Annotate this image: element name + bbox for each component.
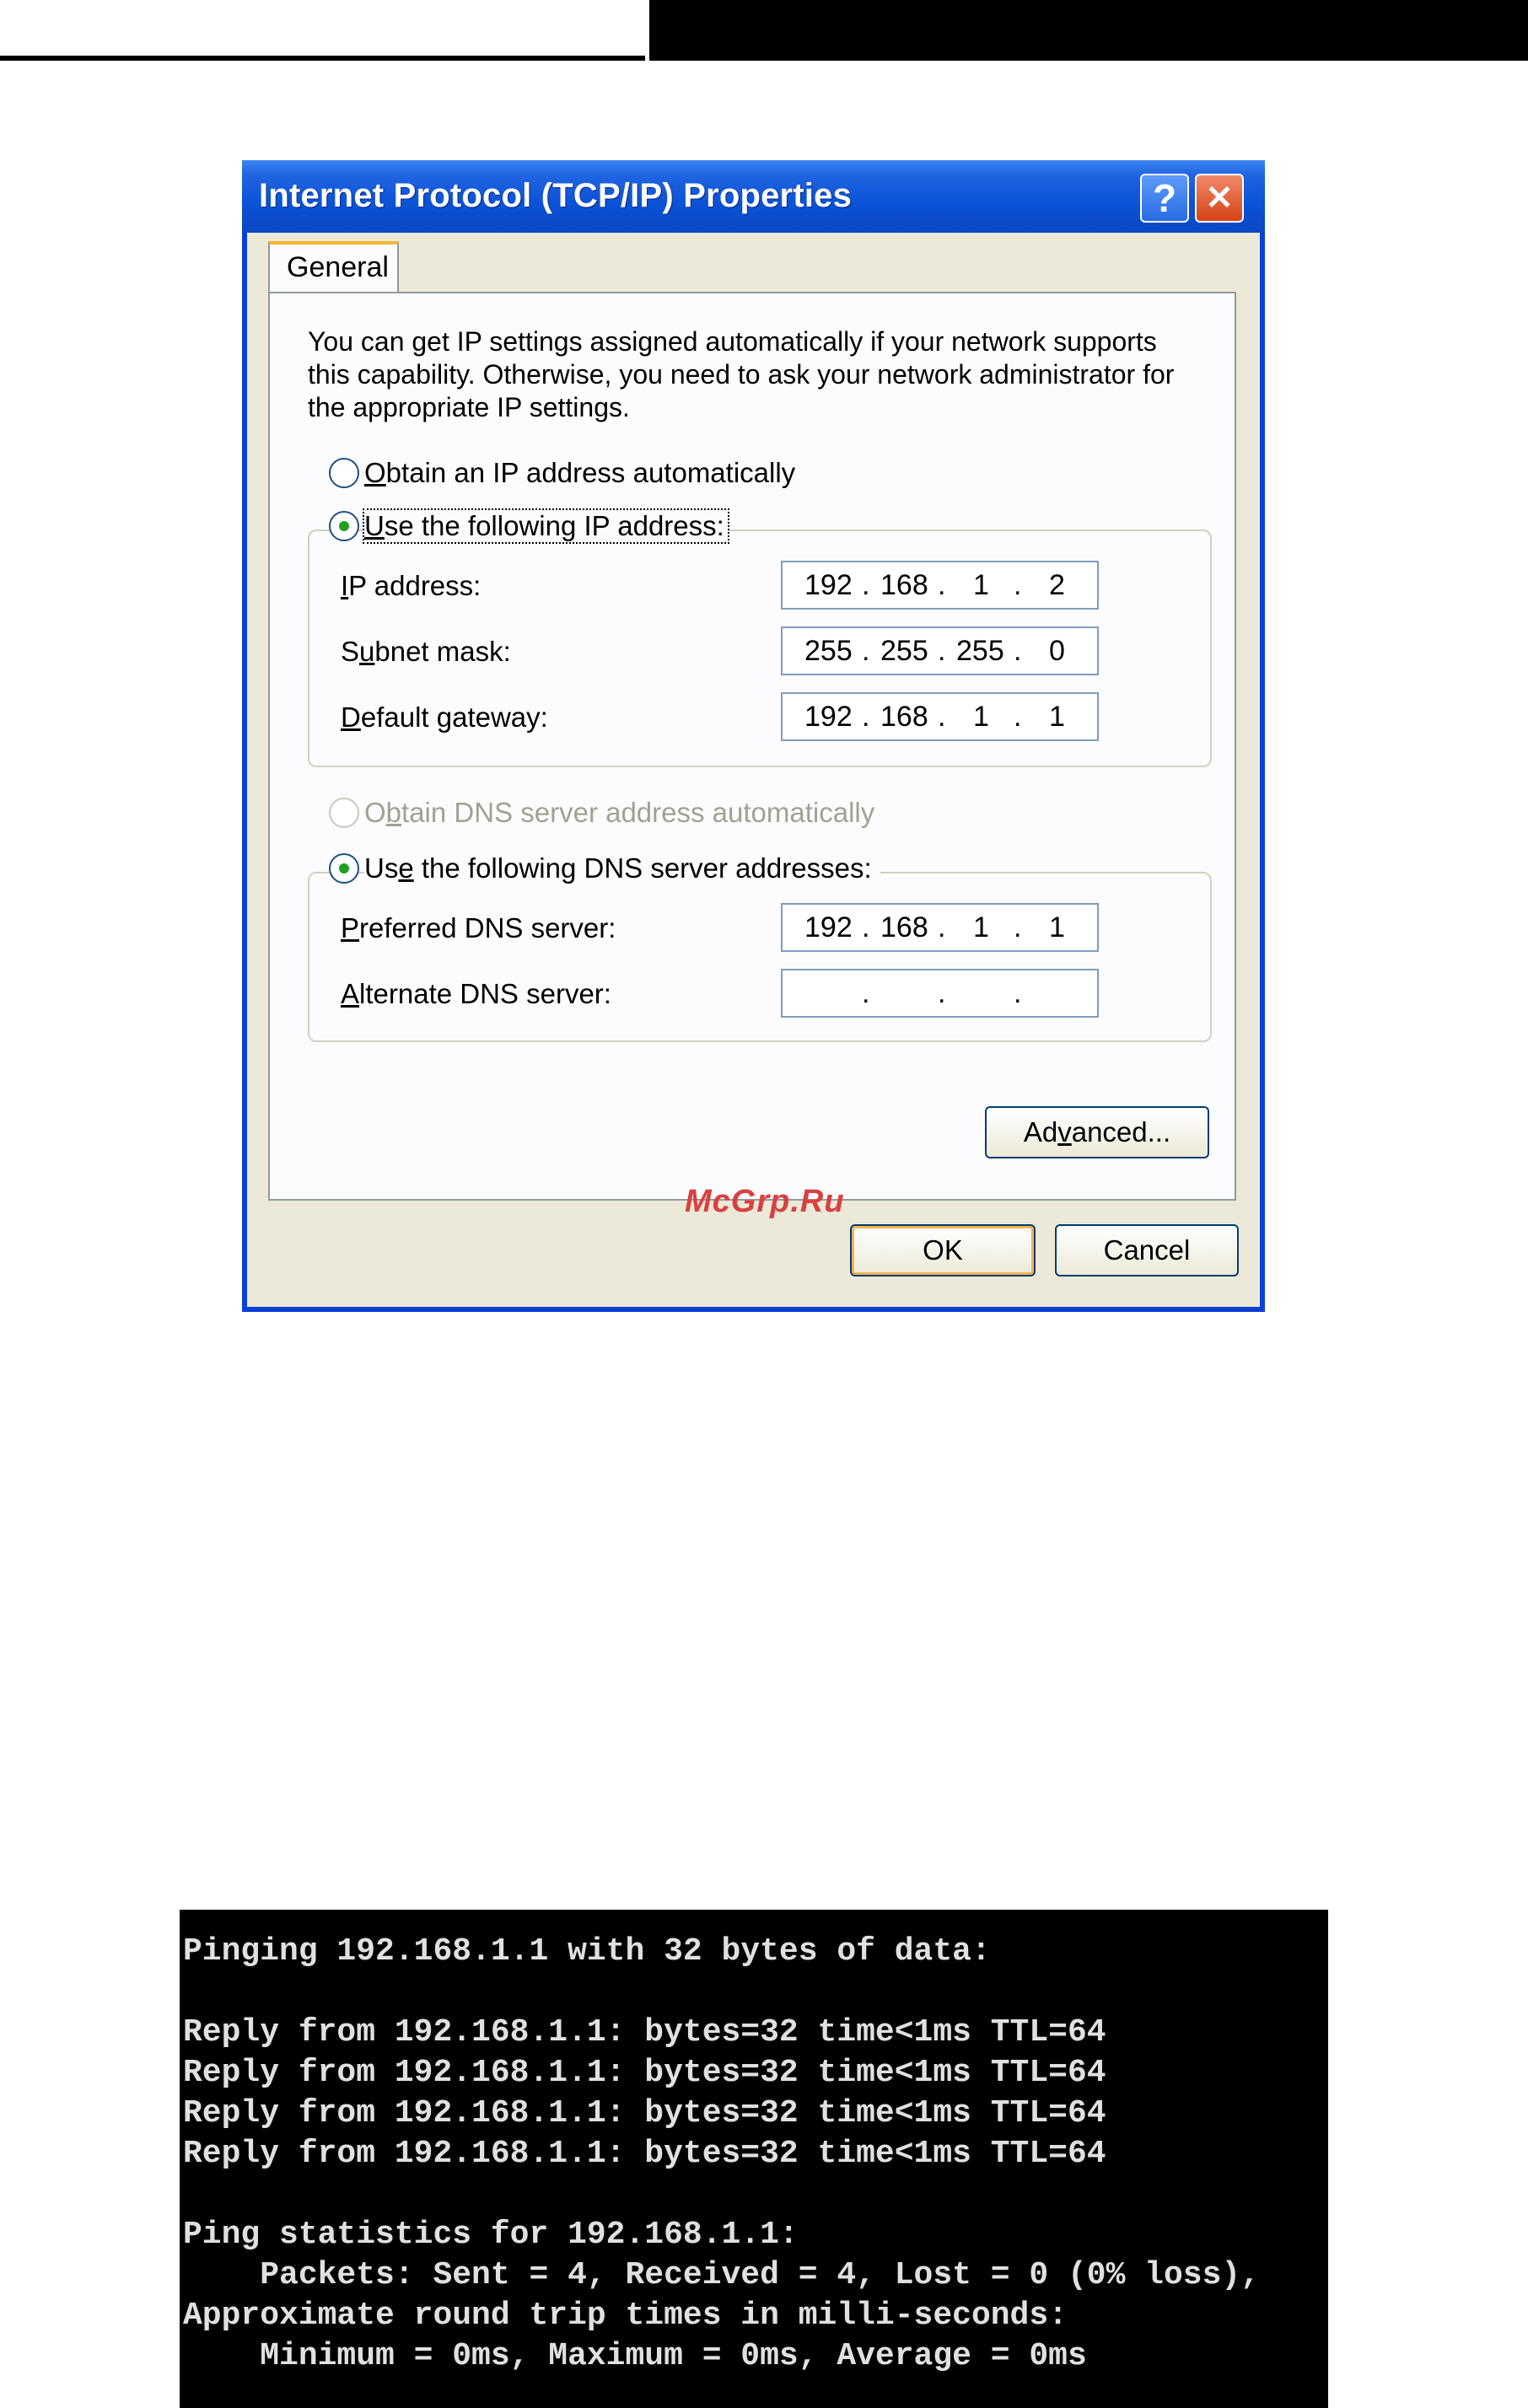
use-following-ip-radio[interactable] [329,511,359,541]
obtain-dns-auto-radio[interactable] [329,798,359,828]
header-rule [0,56,645,61]
obtain-ip-auto-radio[interactable] [329,458,359,488]
help-button[interactable]: ? [1140,174,1189,223]
tcpip-properties-dialog: Internet Protocol (TCP/IP) Properties ? … [242,160,1265,1312]
ip-address-input[interactable]: 192. 168. 1. 2 [781,561,1099,610]
alternate-dns-label: Alternate DNS server: [341,978,611,1009]
dialog-title: Internet Protocol (TCP/IP) Properties [259,177,853,214]
use-following-ip-label[interactable]: Use the following IP address: [363,508,729,544]
alternate-dns-input[interactable]: . . . [781,969,1099,1018]
subnet-mask-input[interactable]: 255. 255. 255. 0 [781,626,1099,675]
header-bar [649,0,1528,61]
use-following-dns-label[interactable]: Use the following DNS server addresses: [364,852,880,884]
default-gateway-input[interactable]: 192. 168. 1. 1 [781,692,1099,741]
ok-button[interactable]: OK [850,1224,1036,1277]
close-button[interactable]: ✕ [1195,174,1244,223]
ping-console: Pinging 192.168.1.1 with 32 bytes of dat… [180,1910,1328,2408]
description-text: You can get IP settings assigned automat… [308,326,1175,422]
close-icon: ✕ [1205,180,1234,217]
use-following-dns-radio[interactable] [329,853,359,884]
preferred-dns-label: Preferred DNS server: [341,912,616,943]
advanced-button[interactable]: Ad v anced... [985,1106,1209,1158]
general-panel: You can get IP settings assigned automat… [268,292,1236,1201]
tab-general[interactable]: General [268,241,399,293]
help-icon: ? [1152,176,1177,220]
watermark-text: McGrp.Ru [685,1184,845,1219]
default-gateway-label: Default gateway: [341,701,548,733]
title-bar[interactable]: Internet Protocol (TCP/IP) Properties ? … [242,160,1265,233]
obtain-ip-auto-label[interactable]: Obtain an IP address automatically [364,457,795,489]
subnet-mask-label: Subnet mask: [341,636,511,667]
obtain-dns-auto-label[interactable]: Obtain DNS server address automatically [364,797,874,829]
console-output: Pinging 192.168.1.1 with 32 bytes of dat… [183,1933,1261,2374]
ip-address-label: IP address: [341,570,482,601]
cancel-button[interactable]: Cancel [1055,1224,1239,1277]
dialog-client-area: General You can get IP settings assigned… [247,233,1260,1307]
preferred-dns-input[interactable]: 192. 168. 1. 1 [781,903,1099,952]
